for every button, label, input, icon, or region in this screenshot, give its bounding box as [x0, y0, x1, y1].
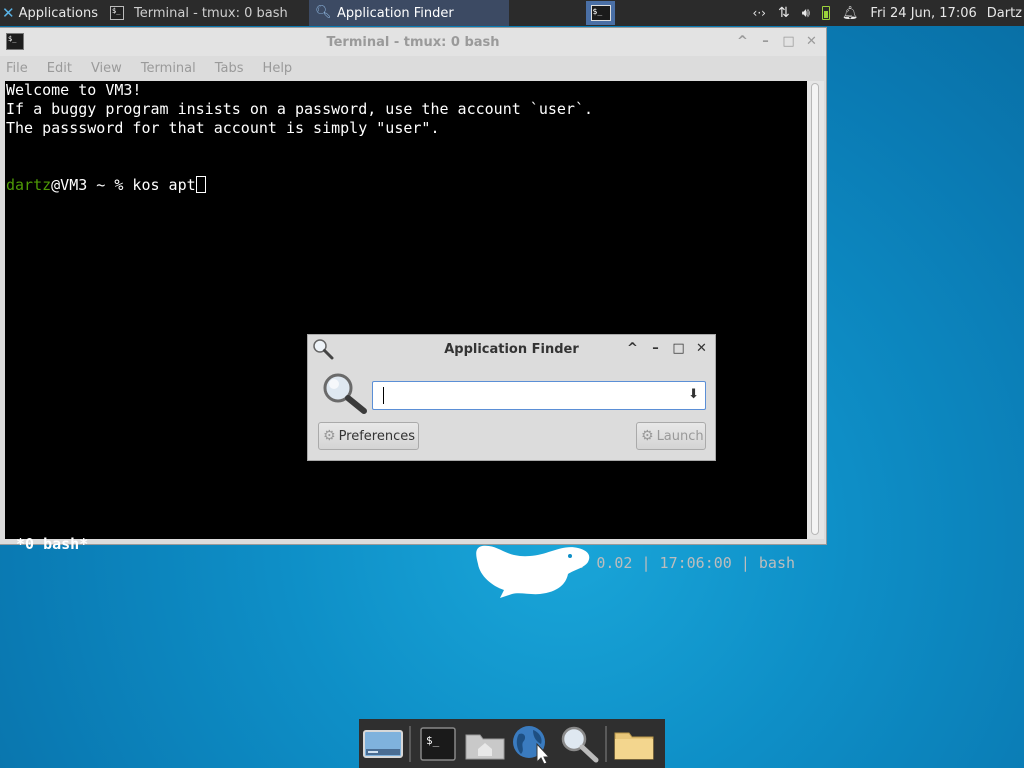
xfce-mouse-logo [476, 545, 590, 598]
menu-help[interactable]: Help [263, 61, 293, 76]
app-finder-dialog: Application Finder ^ – □ ✕ ⬇ ⚙ Preferenc… [307, 334, 716, 461]
top-panel: ✕ Applications ⋮ $_ Terminal - tmux: 0 b… [0, 0, 1024, 26]
menu-file[interactable]: File [6, 61, 28, 76]
search-icon: 🔍︎ [315, 5, 332, 20]
battery-icon[interactable] [821, 6, 830, 20]
roll-up-icon[interactable]: ^ [731, 34, 754, 49]
panel-terminal-launcher[interactable]: $_ [586, 1, 615, 25]
terminal-icon: $_ [110, 6, 124, 20]
window-title: Terminal - tmux: 0 bash [326, 34, 500, 50]
minimize-icon[interactable]: – [644, 341, 667, 356]
maximize-icon[interactable]: □ [777, 34, 800, 49]
terminal-icon: $_ [6, 33, 24, 50]
home-folder-icon [465, 734, 504, 759]
user-menu[interactable]: Dartz [987, 6, 1022, 21]
terminal-output[interactable]: Welcome to VM3! If a buggy program insis… [5, 81, 807, 572]
terminal-prompt-line: dartz@VM3 ~ % kos apt [5, 176, 807, 195]
scrollbar-thumb[interactable] [811, 83, 819, 535]
magnifier-icon [323, 373, 367, 414]
system-tray: ‹·› ⇅ 🔊︎ 🔔︎ Fri 24 Jun, 17:06 Dartz [753, 0, 1024, 26]
launch-button[interactable]: ⚙ Launch [636, 422, 706, 450]
app-search-field[interactable]: ⬇ [372, 381, 706, 410]
dock-files[interactable] [610, 720, 657, 767]
preferences-button[interactable]: ⚙ Preferences [318, 422, 419, 450]
gear-icon: ⚙ [323, 428, 336, 444]
globe-icon [512, 725, 550, 764]
prompt-user: dartz [6, 176, 52, 194]
terminal-line: If a buggy program insists on a password… [6, 100, 593, 118]
terminal-line: The passsword for that account is simply… [6, 119, 440, 137]
network-arrows-icon[interactable]: ‹·› [753, 6, 766, 20]
roll-up-icon[interactable]: ^ [621, 341, 644, 356]
window-controls: ^ – □ ✕ [731, 34, 823, 49]
close-icon[interactable]: ✕ [800, 34, 823, 49]
dock-show-desktop[interactable] [359, 720, 406, 767]
terminal-scrollbar[interactable] [807, 81, 824, 539]
taskbar-item-terminal[interactable]: $_ Terminal - tmux: 0 bash [104, 0, 302, 26]
app-finder-titlebar[interactable]: Application Finder ^ – □ ✕ [308, 335, 715, 363]
terminal-window: $_ Terminal - tmux: 0 bash ^ – □ ✕ File … [0, 28, 826, 572]
dock-separator [409, 725, 411, 762]
bell-icon[interactable]: 🔔︎ [842, 6, 859, 21]
prompt-command: @VM3 ~ % kos apt [51, 176, 196, 194]
terminal-cursor [195, 176, 206, 193]
bottom-dock: $_ [359, 719, 665, 768]
dock-web-browser[interactable] [508, 720, 555, 767]
up-down-arrows-icon[interactable]: ⇅ [778, 5, 790, 21]
menu-tabs[interactable]: Tabs [215, 61, 244, 76]
taskbar-item-app-finder[interactable]: 🔍︎ Application Finder [309, 0, 509, 26]
terminal-titlebar[interactable]: $_ Terminal - tmux: 0 bash ^ – □ ✕ [0, 28, 826, 56]
window-controls: ^ – □ ✕ [621, 341, 713, 356]
xfce-logo-icon: ✕ [2, 3, 15, 22]
menu-edit[interactable]: Edit [47, 61, 72, 76]
svg-text:$_: $_ [426, 734, 440, 747]
show-desktop-icon [362, 729, 403, 758]
clock[interactable]: Fri 24 Jun, 17:06 [870, 6, 976, 21]
dock-app-finder[interactable] [555, 720, 602, 767]
expand-arrow-icon[interactable]: ⬇ [688, 387, 699, 402]
dock-terminal[interactable]: $_ [414, 720, 461, 767]
taskbar-item-label: Application Finder [337, 5, 454, 21]
terminal-line: Welcome to VM3! [6, 81, 142, 99]
search-icon [313, 339, 334, 360]
text-caret [383, 387, 384, 404]
applications-menu-label: Applications [18, 5, 98, 21]
tmux-window-list: *0 bash* [16, 535, 89, 553]
dock-home-folder[interactable] [461, 720, 508, 767]
maximize-icon[interactable]: □ [667, 341, 690, 356]
menu-view[interactable]: View [91, 61, 122, 76]
folder-icon [614, 732, 653, 759]
minimize-icon[interactable]: – [754, 34, 777, 49]
terminal-icon: $_ [590, 5, 611, 21]
terminal-menubar: File Edit View Terminal Tabs Help [0, 56, 826, 81]
launch-gears-icon: ⚙ [641, 428, 654, 444]
preferences-label: Preferences [338, 428, 416, 444]
close-icon[interactable]: ✕ [690, 341, 713, 356]
launch-label: Launch [656, 428, 704, 444]
speaker-icon[interactable]: 🔊︎ [802, 6, 810, 21]
menu-terminal[interactable]: Terminal [141, 61, 196, 76]
tmux-statusbar: *0 bash* 0.10 0.07 0.02 | 17:06:00 | bas… [5, 516, 807, 572]
applications-menu[interactable]: ✕ Applications ⋮ [0, 0, 104, 26]
app-search-input[interactable] [379, 382, 673, 409]
terminal-icon: $_ [419, 726, 456, 761]
taskbar-item-label: Terminal - tmux: 0 bash [134, 5, 288, 21]
magnifier-icon [561, 726, 598, 762]
dock-separator [605, 725, 607, 762]
